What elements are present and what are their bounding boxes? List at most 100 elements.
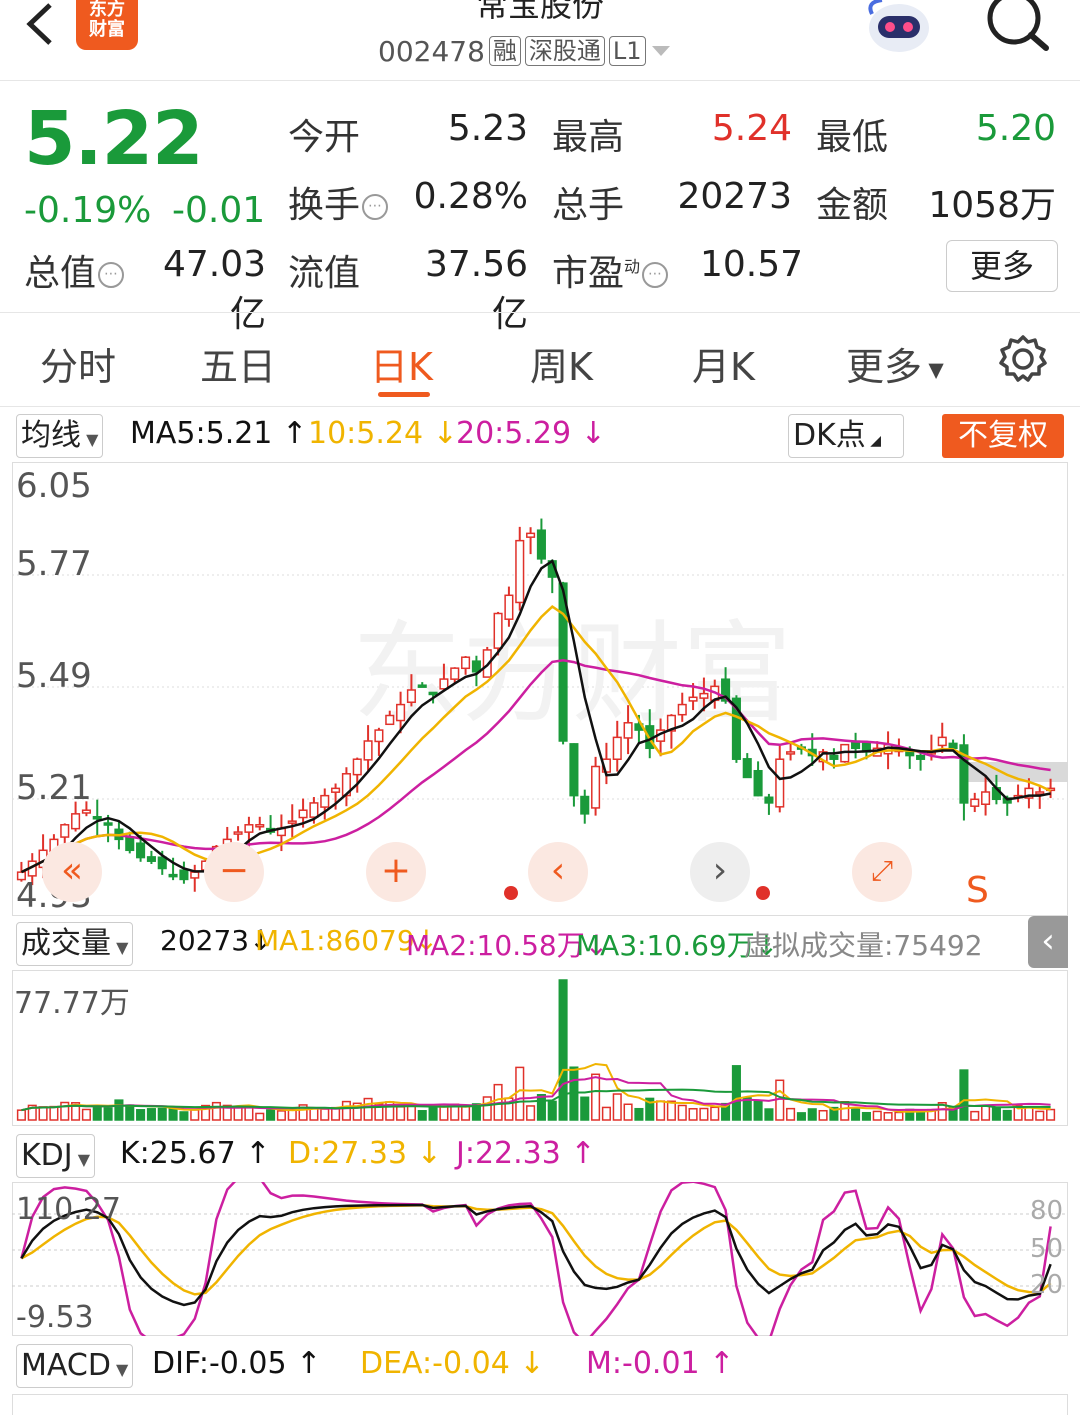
volume-bar bbox=[92, 1104, 102, 1121]
settings-gear-icon[interactable] bbox=[998, 334, 1048, 384]
candle-body bbox=[103, 822, 113, 826]
macd-m-value: M:-0.01 ↑ bbox=[586, 1346, 735, 1381]
volume-bar bbox=[1035, 1110, 1045, 1121]
marker-dot bbox=[504, 886, 518, 900]
info-icon[interactable]: ⋯ bbox=[362, 194, 389, 220]
volume-bar bbox=[591, 1073, 601, 1121]
candle-body bbox=[136, 842, 146, 859]
volume-bar bbox=[872, 1110, 882, 1121]
stock-name: 常宝股份 bbox=[475, 0, 604, 24]
candle-body bbox=[255, 824, 265, 828]
scroll-left-fast-button[interactable]: « bbox=[42, 842, 102, 902]
indicator-selector-kdj[interactable]: KDJ ▼ bbox=[16, 1134, 96, 1178]
volume-bar bbox=[363, 1097, 373, 1121]
candle-body bbox=[580, 795, 590, 815]
fullscreen-icon[interactable]: ⤢ bbox=[852, 842, 912, 902]
volume-bar bbox=[981, 1105, 991, 1121]
label-volume: 总手 bbox=[552, 185, 625, 226]
scroll-right-button[interactable]: › bbox=[690, 842, 750, 902]
volume-bar bbox=[309, 1107, 319, 1121]
label-amount: 金额 bbox=[816, 185, 889, 226]
volume-bar bbox=[742, 1097, 752, 1121]
label-high: 最高 bbox=[552, 117, 625, 158]
label-pe: 市盈动 ⋯ bbox=[552, 244, 669, 296]
volume-bar bbox=[612, 1093, 622, 1121]
candle-body bbox=[504, 594, 514, 620]
candle-body bbox=[374, 729, 384, 743]
volume-bar bbox=[1002, 1109, 1012, 1121]
volume-bar bbox=[1024, 1106, 1034, 1121]
sell-marker: S bbox=[966, 870, 989, 911]
candle-body bbox=[287, 820, 297, 824]
tab-monthly-k[interactable]: 月K bbox=[692, 336, 755, 391]
candle-body bbox=[786, 751, 796, 755]
volume-bar bbox=[125, 1104, 135, 1121]
virtual-volume: 虚拟成交量:75492 bbox=[744, 929, 983, 962]
candle-body bbox=[60, 824, 70, 838]
tab-five-day[interactable]: 五日 bbox=[200, 336, 276, 391]
volume-bar bbox=[861, 1111, 871, 1121]
kdj-level-50: 50 bbox=[1030, 1234, 1064, 1264]
ma20-value: 20:5.29 ↓ bbox=[456, 416, 606, 451]
tab-weekly-k[interactable]: 周K bbox=[530, 336, 593, 391]
candle-body bbox=[536, 529, 546, 560]
info-icon[interactable]: ⋯ bbox=[98, 262, 125, 288]
indicator-selector-volume[interactable]: 成交量 ▼ bbox=[16, 922, 134, 966]
volume-bar bbox=[699, 1107, 709, 1121]
volume-bar bbox=[764, 1108, 774, 1121]
dk-point-toggle[interactable]: DK点 ◢ bbox=[788, 414, 904, 458]
no-adjust-button[interactable]: 不复权 bbox=[942, 414, 1064, 458]
volume-bar bbox=[49, 1105, 59, 1121]
volume-bar bbox=[396, 1106, 406, 1121]
info-icon[interactable]: ⋯ bbox=[642, 262, 669, 288]
volume-bar bbox=[883, 1112, 893, 1121]
candle-body bbox=[829, 754, 839, 760]
candle-body bbox=[146, 856, 156, 862]
tab-daily-k[interactable]: 日K bbox=[370, 336, 433, 391]
value-turnover: 0.28% bbox=[413, 176, 528, 217]
search-icon[interactable] bbox=[984, 0, 1050, 52]
back-arrow-icon[interactable] bbox=[20, 0, 60, 50]
y-axis-label: 5.49 bbox=[16, 656, 92, 696]
chevron-down-icon bbox=[651, 46, 670, 56]
volume-bar bbox=[786, 1107, 796, 1121]
scroll-left-button[interactable]: ‹ bbox=[528, 842, 588, 902]
change-amount: -0.01 bbox=[172, 190, 266, 231]
candle-body bbox=[298, 809, 308, 819]
value-volume: 20273 bbox=[677, 176, 792, 217]
more-quote-button[interactable]: 更多 bbox=[946, 240, 1058, 292]
volume-bar bbox=[970, 1110, 980, 1121]
candle-body bbox=[981, 791, 991, 806]
stock-code-row[interactable]: 002478 融 深股通 L1 bbox=[378, 34, 672, 68]
candle-body bbox=[179, 869, 189, 881]
volume-bar bbox=[959, 1069, 969, 1121]
volume-max-label: 77.77万 bbox=[14, 986, 130, 1021]
volume-bar bbox=[623, 1103, 633, 1121]
active-tab-indicator bbox=[378, 392, 430, 397]
volume-bar bbox=[851, 1107, 861, 1121]
indicator-selector-macd[interactable]: MACD ▼ bbox=[16, 1344, 134, 1388]
zoom-out-button[interactable]: − bbox=[204, 842, 264, 902]
candle-body bbox=[352, 758, 362, 776]
indicator-selector-ma[interactable]: 均线 ▼ bbox=[16, 414, 104, 458]
candle-body bbox=[970, 798, 980, 807]
assistant-robot-icon[interactable] bbox=[864, 0, 934, 56]
volume-bar bbox=[916, 1110, 926, 1121]
tab-more[interactable]: 更多 ▼ bbox=[846, 336, 944, 391]
volume-bar bbox=[417, 1110, 427, 1121]
volume-bar bbox=[168, 1108, 178, 1121]
collapse-panel-button[interactable]: ‹ bbox=[1028, 916, 1068, 968]
candle-body bbox=[363, 740, 373, 761]
candle-body bbox=[1035, 791, 1045, 795]
volume-bar bbox=[103, 1107, 113, 1121]
zoom-in-button[interactable]: + bbox=[366, 842, 426, 902]
volume-bar bbox=[114, 1099, 124, 1121]
volume-bar bbox=[428, 1107, 438, 1121]
value-amount: 1058万 bbox=[928, 185, 1056, 226]
volume-bar bbox=[894, 1111, 904, 1121]
stock-code: 002478 bbox=[378, 34, 485, 68]
candle-body bbox=[450, 667, 460, 680]
tab-intraday[interactable]: 分时 bbox=[40, 336, 116, 391]
candle-body bbox=[742, 758, 752, 779]
candle-body bbox=[699, 692, 709, 699]
